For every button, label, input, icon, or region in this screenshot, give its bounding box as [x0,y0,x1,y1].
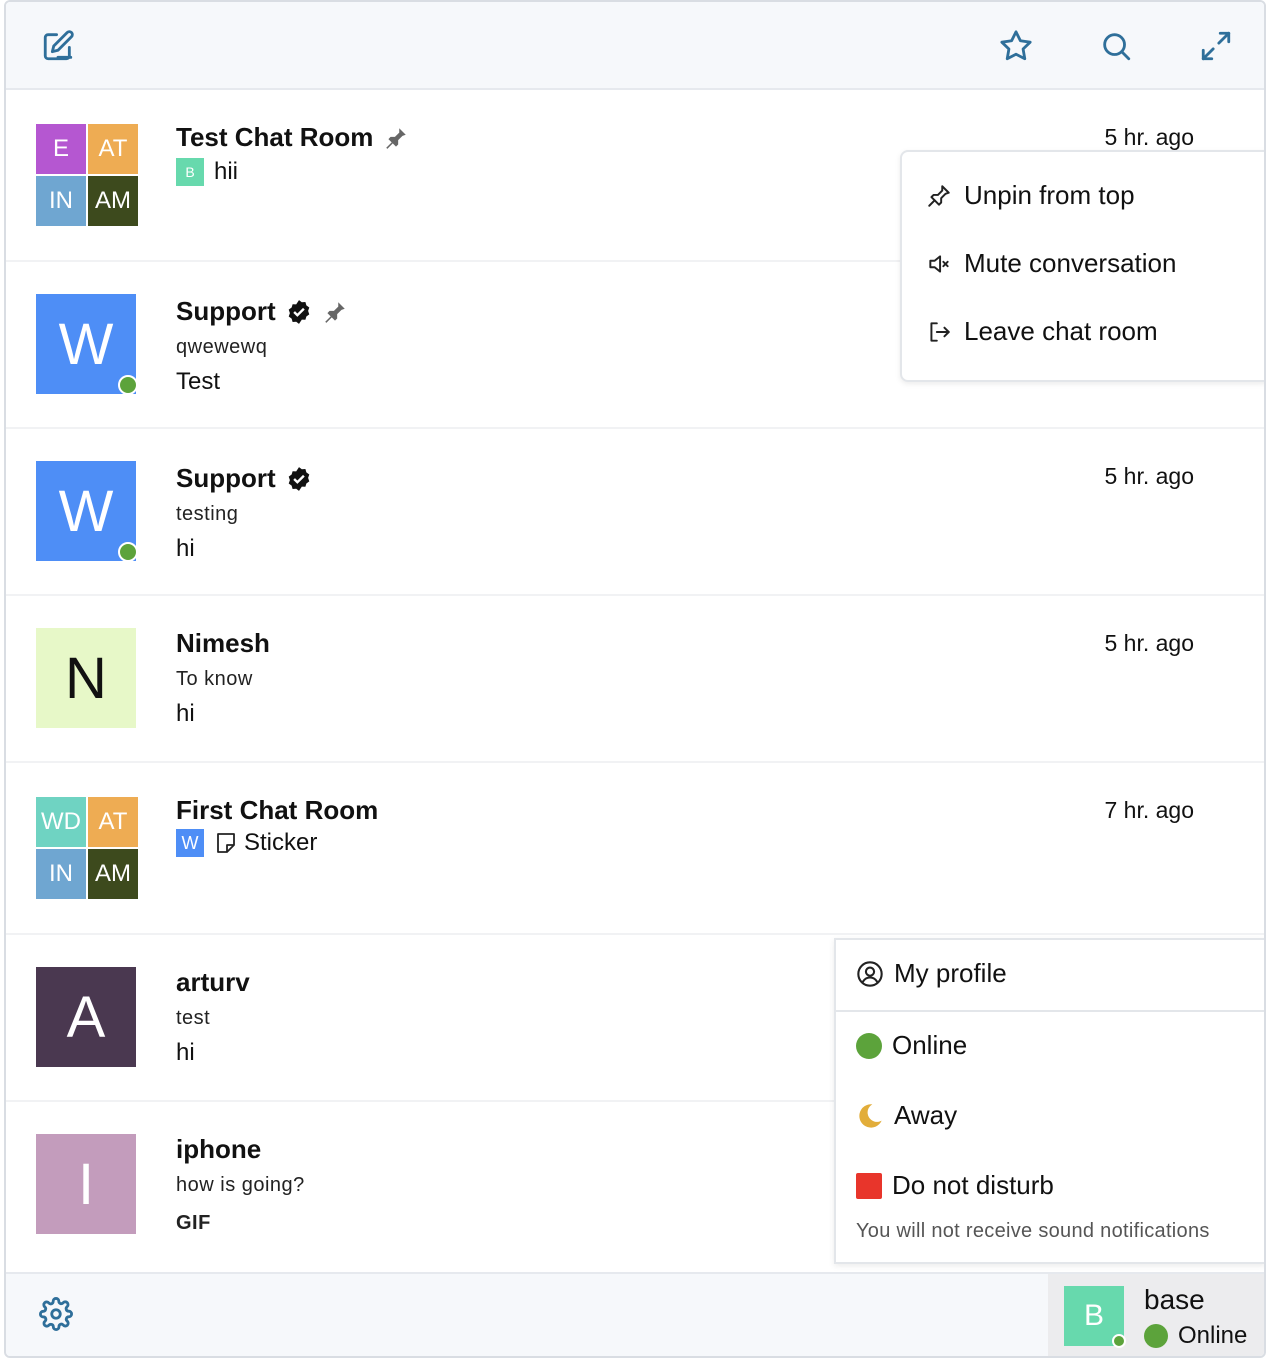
pin-icon [928,184,950,207]
username: base [1144,1284,1205,1315]
sender-avatar: B [176,158,204,186]
top-toolbar [6,2,1264,90]
conversation-time: 5 hr. ago [1104,630,1194,656]
conversation-context-menu: Unpin from top Mute conversation Leave c… [900,150,1264,382]
chat-app-window: E AT IN AM Test Chat Room B hii 5 hr. ag… [4,0,1266,1358]
last-message: W Sticker [176,829,317,857]
online-status-dot [118,375,138,395]
online-dot-icon [856,1032,882,1059]
avatar: A [36,967,136,1067]
message-text: hi [176,700,195,727]
my-profile-item[interactable]: My profile [856,958,1264,989]
compose-icon[interactable] [38,26,78,66]
last-message: B hii [176,158,238,186]
online-dot-icon [1144,1324,1168,1348]
group-avatar-cell: WD [36,797,86,847]
leave-menu-item[interactable]: Leave chat room [926,316,1264,347]
sender-avatar: W [176,829,204,857]
conversation-subline: To know [176,668,253,690]
pin-icon [386,127,407,149]
expand-icon[interactable] [1196,26,1236,66]
status-dnd-item[interactable]: Do not disturb [856,1170,1264,1201]
conversation-title: Support [176,296,276,326]
status-away-item[interactable]: Away [856,1100,1264,1131]
online-status-dot [1112,1334,1126,1348]
unpin-menu-item[interactable]: Unpin from top [926,180,1264,211]
search-icon[interactable] [1096,26,1136,66]
online-status-dot [118,542,138,562]
settings-gear-icon[interactable] [36,1294,76,1334]
verified-icon [288,299,309,324]
leave-icon [930,321,950,342]
current-user-box[interactable]: B base Online [1048,1274,1264,1356]
conversation-time: 5 hr. ago [1104,124,1194,150]
group-avatar-cell: AT [88,124,138,174]
conversation-subline: qwewewq [176,336,268,358]
conversation-title: Support [176,463,276,493]
bottom-toolbar: B base Online [6,1272,1264,1356]
conversation-title-row: Support [176,296,348,327]
dnd-square-icon [856,1172,882,1199]
message-text: Test [176,368,221,395]
pin-icon [324,301,345,323]
status-label: Online [892,1030,968,1060]
group-avatar-cell: AT [88,797,138,847]
mute-menu-item[interactable]: Mute conversation [926,248,1264,279]
conversation-title: Test Chat Room [176,122,374,152]
conversation-time: 5 hr. ago [1104,463,1194,489]
status-online-item[interactable]: Online [856,1030,1264,1061]
avatar: N [36,628,136,728]
menu-item-label: Unpin from top [964,180,1135,210]
avatar: I [36,1134,136,1234]
verified-icon [288,466,309,491]
sticker-icon [217,833,235,853]
my-profile-label: My profile [894,958,1007,988]
group-avatar: WD AT IN AM [36,797,140,901]
conversation-title: arturv [176,967,250,997]
group-avatar-cell: E [36,124,86,174]
moon-icon [859,1103,882,1128]
status-menu: My profile Online Away Do not disturb Yo… [834,938,1264,1264]
message-text: hii [214,158,239,185]
user-circle-icon [857,960,883,987]
user-status-label: Online [1178,1322,1248,1349]
conversation-item[interactable]: N Nimesh To know hi 5 hr. ago [6,596,1264,763]
conversation-subline: testing [176,503,239,525]
conversation-subline: test [176,1007,211,1029]
group-avatar-cell: AM [88,176,138,226]
conversation-title: Nimesh [176,628,270,658]
conversation-title-row: Support [176,463,312,494]
user-status: Online [1144,1322,1247,1350]
dnd-note: You will not receive sound notifications [856,1220,1210,1242]
status-label: Do not disturb [892,1170,1054,1200]
menu-divider [836,1010,1264,1012]
conversation-title: iphone [176,1134,262,1164]
group-avatar: E AT IN AM [36,124,140,228]
conversation-title: First Chat Room [176,795,379,825]
message-text: Sticker [244,829,318,856]
mute-icon [929,254,949,273]
group-avatar-cell: IN [36,176,86,226]
conversation-subline: how is going? [176,1174,305,1196]
conversation-title-row: Test Chat Room [176,122,409,153]
menu-item-label: Mute conversation [964,248,1177,278]
status-label: Away [894,1100,958,1130]
conversation-time: 7 hr. ago [1104,797,1194,823]
message-text: hi [176,1039,195,1066]
star-icon[interactable] [996,26,1036,66]
conversation-item[interactable]: WD AT IN AM First Chat Room W Sticker 7 … [6,763,1264,935]
message-text: GIF [176,1212,211,1234]
message-text: hi [176,535,195,562]
conversation-item[interactable]: W Support testing hi 5 hr. ago [6,429,1264,596]
group-avatar-cell: AM [88,849,138,899]
menu-item-label: Leave chat room [964,316,1158,346]
group-avatar-cell: IN [36,849,86,899]
